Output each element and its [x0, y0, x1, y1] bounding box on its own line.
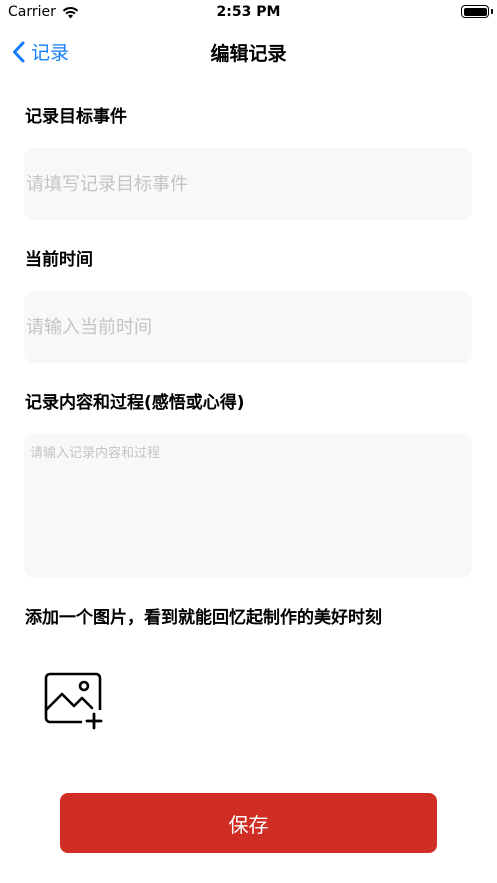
current-time-input[interactable]: [24, 291, 472, 363]
record-content-label: 记录内容和过程(感悟或心得): [25, 393, 245, 413]
current-time-label: 当前时间: [25, 250, 93, 270]
record-content-textarea[interactable]: [24, 434, 472, 578]
status-bar: Carrier 2:53 PM: [0, 0, 497, 26]
target-event-input[interactable]: [24, 148, 472, 220]
nav-bar: 记录 编辑记录: [0, 26, 497, 76]
battery-icon: [461, 5, 489, 18]
add-image-label: 添加一个图片，看到就能回忆起制作的美好时刻: [25, 608, 382, 628]
edit-record-screen: Carrier 2:53 PM 记录 编辑记录 记录目标事件 当前时间 记录内容…: [0, 0, 497, 883]
page-title: 编辑记录: [210, 43, 287, 65]
save-button[interactable]: 保存: [60, 793, 437, 853]
status-time: 2:53 PM: [216, 4, 281, 20]
battery-tip: [491, 9, 493, 14]
add-image-button[interactable]: [42, 670, 108, 730]
add-image-icon: [44, 672, 103, 730]
target-event-label: 记录目标事件: [25, 107, 127, 127]
